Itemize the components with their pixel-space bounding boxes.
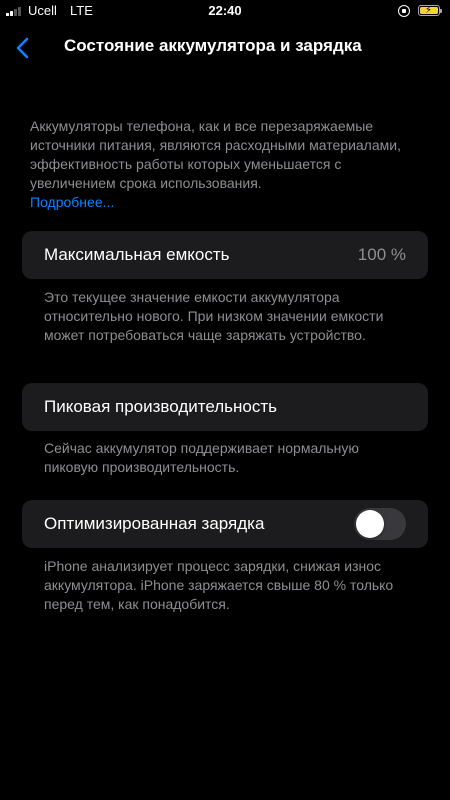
peak-performance-cell: Пиковая производительность <box>22 383 428 431</box>
optimized-charging-footer: iPhone анализирует процесс зарядки, сниж… <box>44 558 394 612</box>
toggle-knob <box>356 510 384 538</box>
max-capacity-label: Максимальная емкость <box>44 245 230 264</box>
optimized-charging-toggle[interactable] <box>354 508 406 540</box>
page-title: Состояние аккумулятора и зарядка <box>64 36 362 55</box>
max-capacity-value: 100 % <box>357 245 406 264</box>
rotation-lock-icon <box>398 5 410 17</box>
status-time: 22:40 <box>208 3 242 18</box>
optimized-charging-label: Оптимизированная зарядка <box>44 514 265 533</box>
learn-more-link[interactable]: Подробнее... <box>30 193 410 212</box>
peak-performance-label: Пиковая производительность <box>44 397 278 416</box>
max-capacity-footer: Это текущее значение емкости аккумулятор… <box>44 289 384 343</box>
chevron-left-icon[interactable] <box>12 36 36 60</box>
max-capacity-cell: Максимальная емкость 100 % <box>22 231 428 279</box>
peak-performance-footer: Сейчас аккумулятор поддерживает нормальн… <box>44 440 359 475</box>
optimized-charging-cell: Оптимизированная зарядка <box>22 500 428 548</box>
intro-section: Аккумуляторы телефона, как и все перезар… <box>30 117 410 212</box>
navigation-bar: Состояние аккумулятора и зарядка <box>0 30 450 64</box>
intro-text: Аккумуляторы телефона, как и все перезар… <box>30 118 401 191</box>
battery-icon: ⚡ <box>418 5 442 16</box>
status-bar: Ucell LTE 22:40 ⚡ <box>0 0 450 22</box>
